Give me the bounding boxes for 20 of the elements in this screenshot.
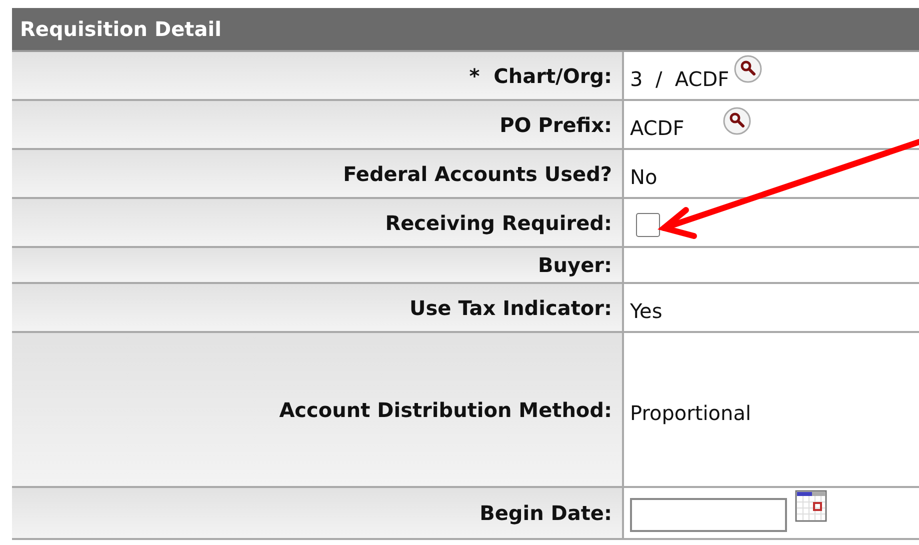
field-value: 3 / ACDF: [630, 66, 730, 92]
field-value: Yes: [630, 298, 662, 324]
field-label: Use Tax Indicator:: [410, 294, 612, 322]
search-icon[interactable]: [733, 54, 764, 84]
date-input-field[interactable]: [630, 498, 787, 532]
receiving-checkbox[interactable]: [636, 212, 660, 236]
field-label: Federal Accounts Used?: [343, 160, 612, 188]
search-icon[interactable]: [722, 106, 752, 136]
field-label: PO Prefix:: [500, 112, 612, 138]
section-title: Requisition Detail: [20, 16, 222, 43]
field-label: Begin Date:: [480, 500, 612, 527]
field-label: Chart/Org:: [494, 62, 612, 90]
required-marker: *: [469, 62, 480, 90]
field-value: No: [630, 164, 658, 190]
field-value: ACDF: [630, 114, 684, 142]
calendar-icon[interactable]: [795, 490, 827, 522]
field-label: Buyer:: [538, 252, 612, 279]
field-label: Account Distribution Method:: [279, 396, 612, 424]
field-label: Receiving Required:: [385, 210, 612, 236]
field-value: Proportional: [630, 400, 752, 426]
